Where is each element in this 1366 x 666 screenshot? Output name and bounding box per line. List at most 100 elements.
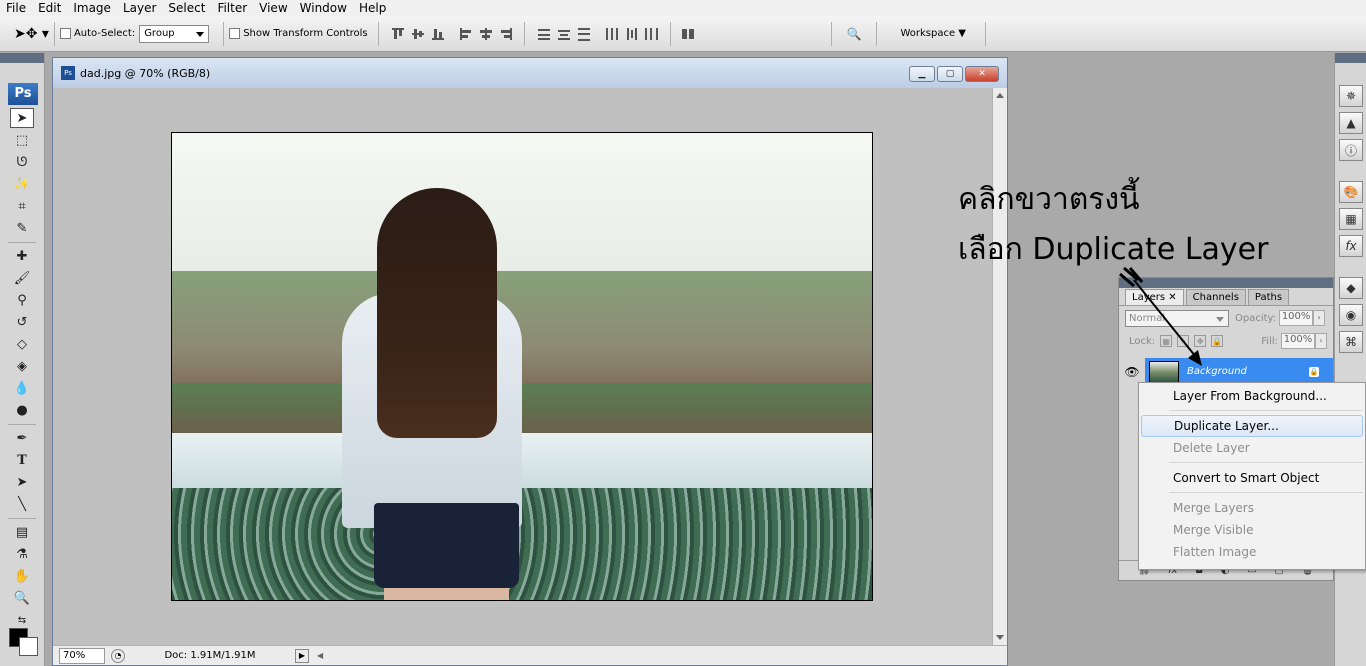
auto-select-checkbox[interactable] [59,28,71,39]
vertical-scrollbar[interactable] [992,88,1007,645]
channels-panel-icon[interactable]: ◉ [1339,304,1363,326]
menu-layer[interactable]: Layer [117,0,162,16]
opacity-slider-icon[interactable]: › [1313,310,1326,326]
history-brush-icon[interactable]: ↺ [10,312,34,332]
document-title-bar[interactable]: Ps dad.jpg @ 70% (RGB/8) ▁ ▢ ✕ [53,58,1007,88]
fill-field[interactable]: 100% [1281,333,1315,349]
lock-icon: 🔒 [1309,366,1319,377]
status-menu-icon[interactable]: ▶ [295,648,309,663]
histogram-panel-icon[interactable]: ▲ [1339,112,1363,134]
swap-colors-icon[interactable]: ⇆ [10,610,34,630]
dock-header[interactable] [1335,53,1366,63]
paint-bucket-icon[interactable]: ◈ [10,356,34,376]
crop-tool-icon[interactable]: ⌗ [10,196,34,216]
close-button[interactable]: ✕ [965,66,999,82]
type-tool-icon[interactable]: T [10,450,34,470]
opacity-label: Opacity: [1235,312,1277,324]
maximize-button[interactable]: ▢ [937,66,963,82]
divider [1169,462,1363,463]
styles-panel-icon[interactable]: fx [1339,235,1363,257]
minimize-button[interactable]: ▁ [909,66,935,82]
menu-view[interactable]: View [253,0,293,16]
align-left-icon[interactable] [458,27,474,41]
ps-logo: Ps [8,83,38,105]
menu-image[interactable]: Image [67,0,117,16]
menu-window[interactable]: Window [294,0,353,16]
scroll-up-icon[interactable] [996,93,1004,98]
navigator-panel-icon[interactable]: ✵ [1339,85,1363,107]
divider [985,21,986,46]
menu-item-merge-visible[interactable]: Merge Visible [1141,519,1363,541]
clone-stamp-icon[interactable]: ⚲ [10,290,34,310]
hand-tool-icon[interactable]: ✋ [10,566,34,586]
healing-brush-icon[interactable]: ✚ [10,246,34,266]
dodge-tool-icon[interactable]: ● [10,400,34,420]
background-color-swatch[interactable] [19,637,38,656]
tab-paths[interactable]: Paths [1247,289,1290,305]
divider [8,242,36,243]
tools-panel-header[interactable] [0,53,44,63]
align-right-icon[interactable] [498,27,514,41]
distribute-right-icon[interactable] [644,27,660,41]
distribute-left-icon[interactable] [604,27,620,41]
distribute-bottom-icon[interactable] [576,27,592,41]
eyedropper-icon[interactable]: ⚗ [10,544,34,564]
scroll-down-icon[interactable] [996,635,1004,640]
align-top-icon[interactable] [390,27,406,41]
canvas-area[interactable] [53,88,993,645]
menu-item-layer-from-background[interactable]: Layer From Background... [1141,385,1363,407]
line-tool-icon[interactable]: ╲ [10,494,34,514]
zoom-tool-icon[interactable]: 🔍 [10,588,34,608]
paths-panel-icon[interactable]: ⌘ [1339,331,1363,353]
blur-tool-icon[interactable]: 💧 [10,378,34,398]
scroll-left-icon[interactable]: ◀ [317,651,323,660]
notes-tool-icon[interactable]: ▤ [10,522,34,542]
photo-water [172,433,872,493]
magic-wand-icon[interactable]: ✨ [10,174,34,194]
menu-item-duplicate-layer[interactable]: Duplicate Layer... [1141,415,1363,437]
menu-item-convert-to-smart-object[interactable]: Convert to Smart Object [1141,467,1363,489]
ps-document-icon: Ps [61,66,75,80]
menu-item-merge-layers[interactable]: Merge Layers [1141,497,1363,519]
move-tool-preset-icon[interactable]: ➤✥ ▾ [14,26,49,42]
navigator-icon[interactable]: ◔ [111,648,125,663]
distribute-vcenter-icon[interactable] [556,27,572,41]
photo-person-shorts [374,503,519,588]
menu-filter[interactable]: Filter [211,0,253,16]
path-selection-icon[interactable]: ➤ [10,472,34,492]
menu-select[interactable]: Select [162,0,211,16]
lasso-tool-icon[interactable]: ᘎ [10,152,34,172]
align-hcenter-icon[interactable] [478,27,494,41]
align-vcenter-icon[interactable] [410,27,426,41]
menu-item-flatten-image[interactable]: Flatten Image [1141,541,1363,563]
brush-tool-icon[interactable]: 🖌 [10,268,34,288]
auto-select-value: Group [144,27,175,39]
status-bar: 70% ◔ Doc: 1.91M/1.91M ▶ ◀ [53,645,1007,665]
pen-tool-icon[interactable]: ✒ [10,428,34,448]
color-panel-icon[interactable]: 🎨 [1339,181,1363,203]
bridge-icon[interactable]: 🔍 [847,27,862,41]
layers-panel-icon[interactable]: ◆ [1339,277,1363,299]
auto-select-dropdown[interactable]: Group [139,24,210,43]
eraser-tool-icon[interactable]: ◇ [10,334,34,354]
show-transform-checkbox[interactable] [229,28,241,39]
auto-align-layers-icon[interactable] [680,27,696,41]
marquee-tool-icon[interactable]: ⬚ [10,130,34,150]
align-bottom-icon[interactable] [430,27,446,41]
document-image[interactable] [171,132,873,601]
info-panel-icon[interactable]: ⓘ [1339,139,1363,161]
menu-help[interactable]: Help [353,0,392,16]
move-tool-icon[interactable]: ➤ [10,108,34,128]
menu-edit[interactable]: Edit [32,0,67,16]
menu-item-delete-layer[interactable]: Delete Layer [1141,437,1363,459]
fill-slider-icon[interactable]: › [1315,333,1327,349]
layer-context-menu: Layer From Background... Duplicate Layer… [1138,382,1366,570]
slice-tool-icon[interactable]: ✎ [10,218,34,238]
zoom-field[interactable]: 70% [59,647,105,664]
distribute-top-icon[interactable] [536,27,552,41]
workspace-menu[interactable]: Workspace ▼ [900,28,966,39]
opacity-field[interactable]: 100% [1279,310,1314,326]
menu-file[interactable]: File [0,0,32,16]
distribute-hcenter-icon[interactable] [624,27,640,41]
swatches-panel-icon[interactable]: ▦ [1339,208,1363,230]
